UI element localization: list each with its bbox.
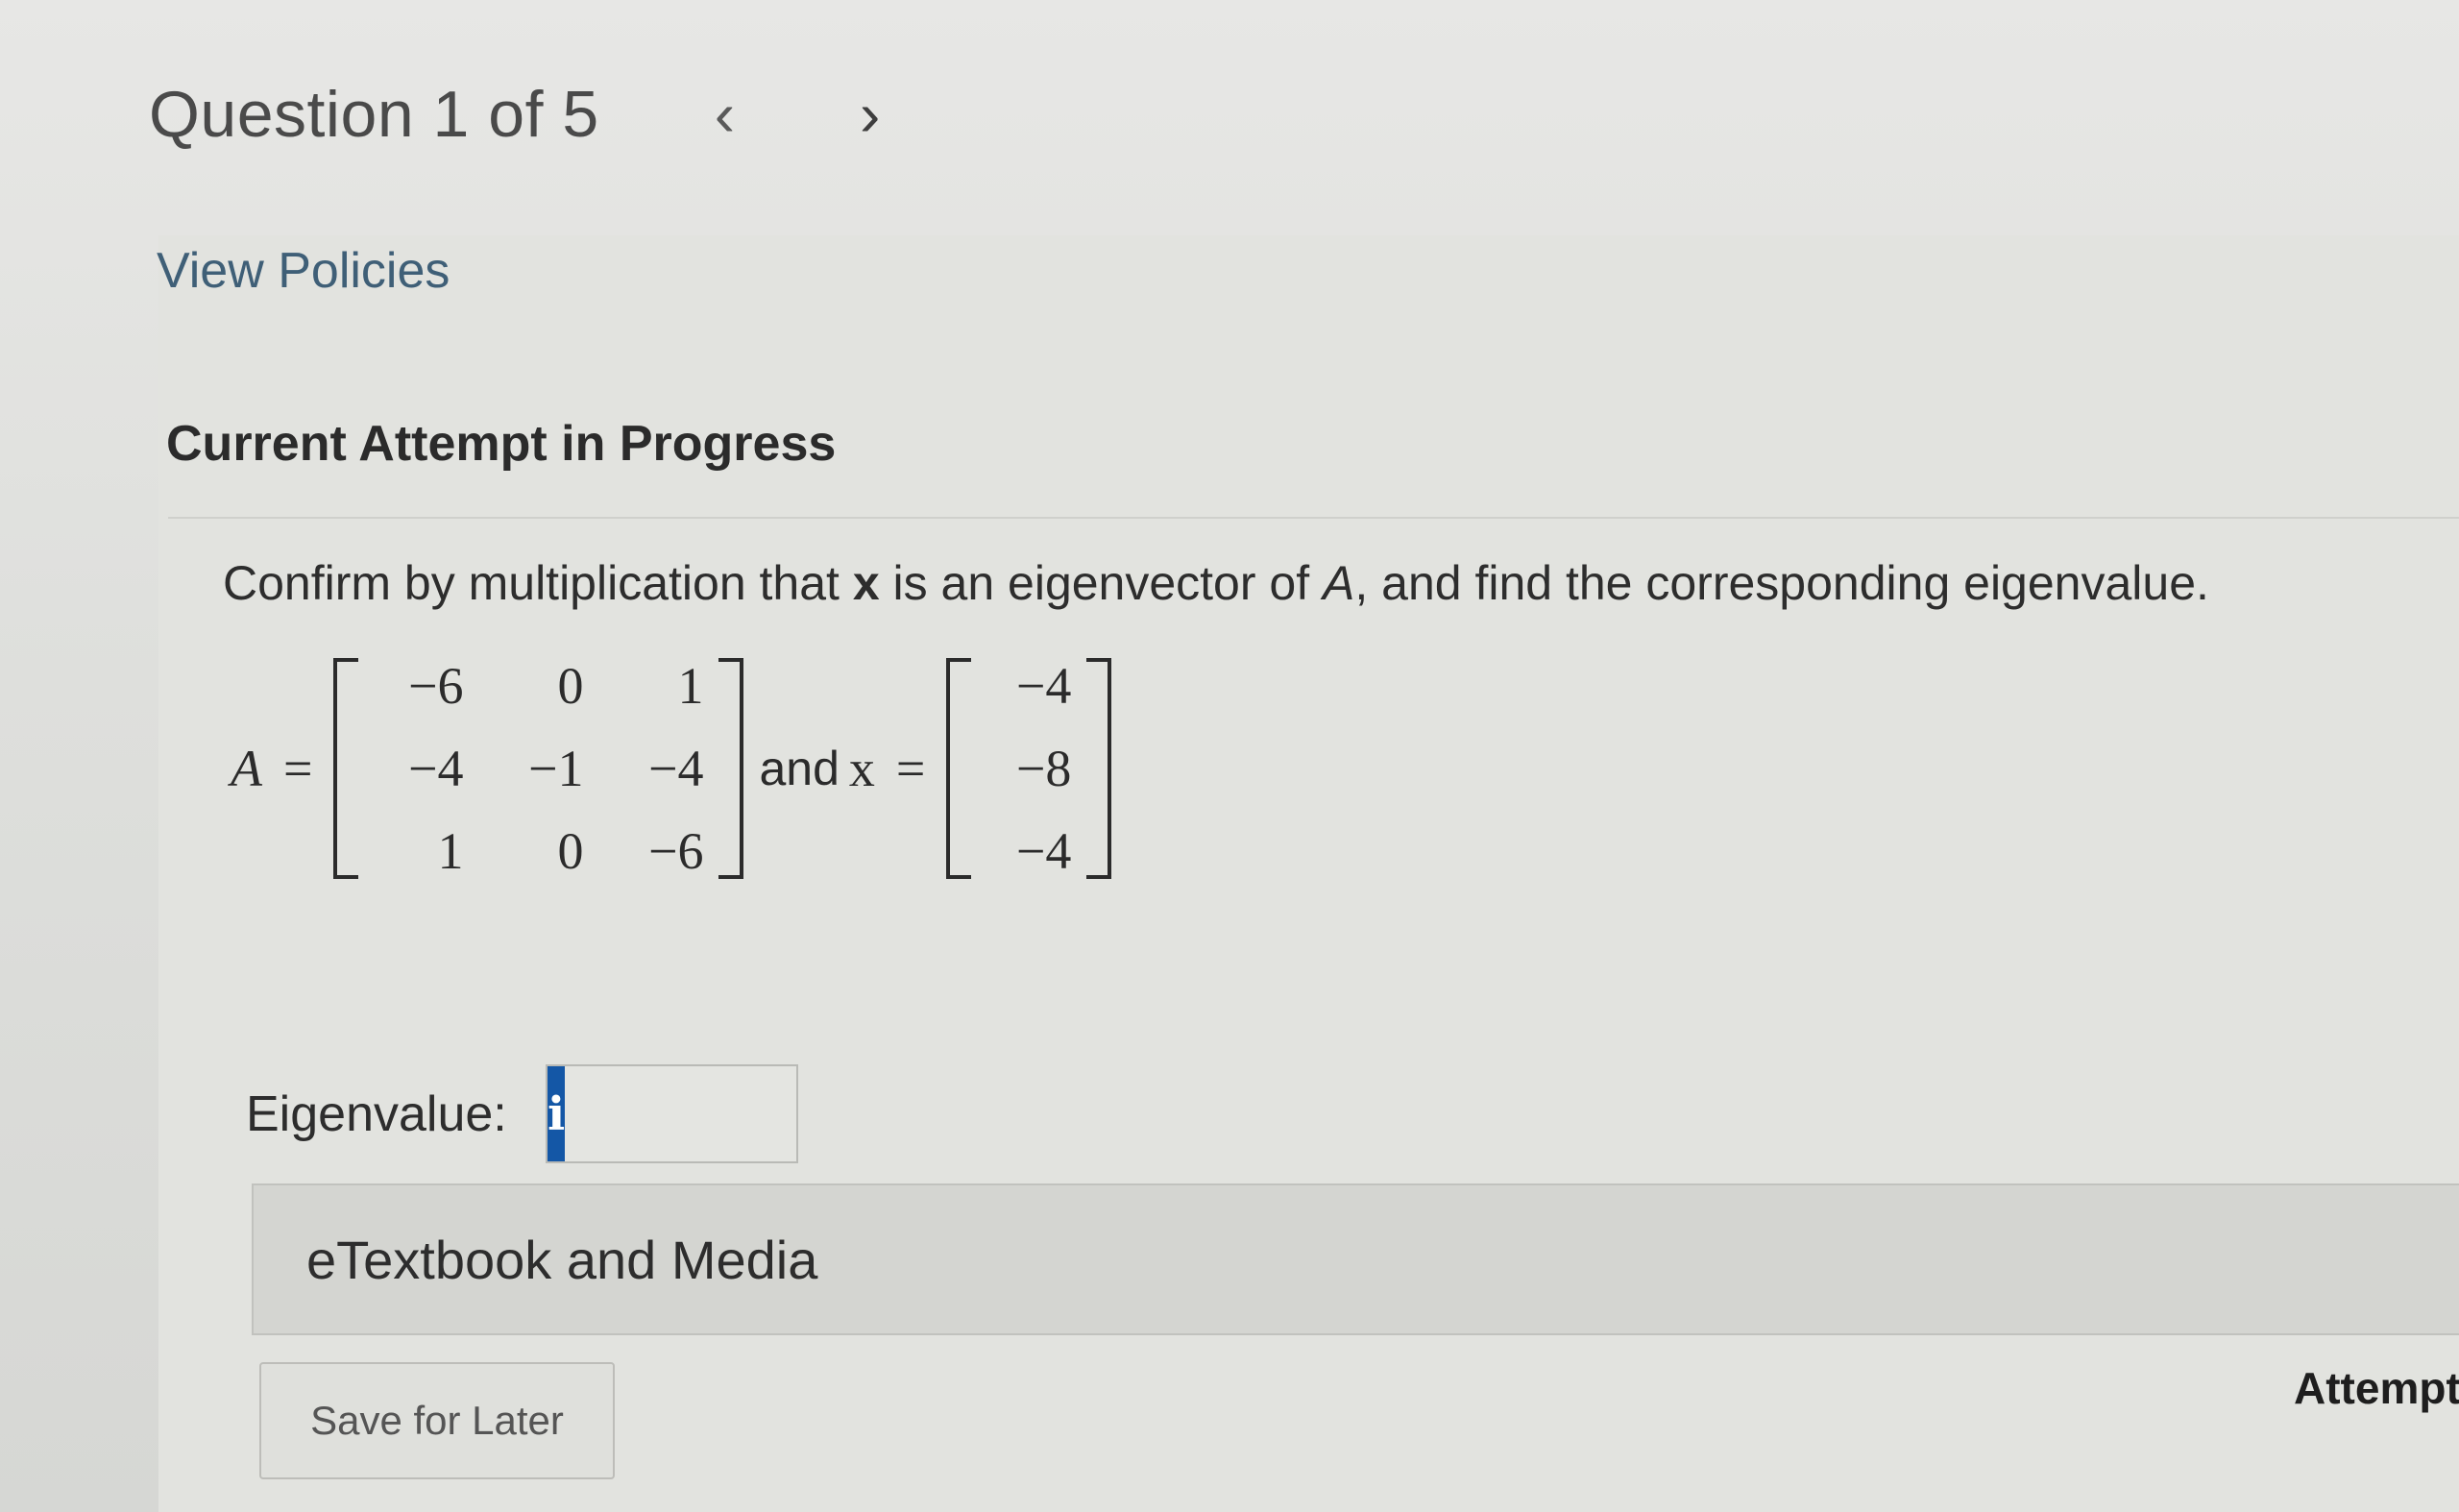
chevron-right-icon[interactable]: › [860,84,880,145]
question-x-symbol: x [852,556,880,610]
matrix-a-cell: −4 [408,740,464,797]
matrix-a-symbol: A [231,740,262,797]
eigenvalue-answer-box: i [546,1064,1132,1163]
question-header: Question 1 of 5 ‹ › [149,77,880,152]
vector-x-cell: −8 [1015,740,1072,797]
question-counter: Question 1 of 5 [149,78,599,151]
eigenvalue-label: Eigenvalue: [246,1086,507,1142]
attempt-status-heading: Current Attempt in Progress [166,416,837,472]
matrix-a-cell: −1 [528,740,584,797]
question-a-symbol: A [1323,556,1355,610]
eigenvalue-input[interactable] [565,1066,1132,1161]
section-divider [168,517,2459,519]
vector-x-cell: −4 [1015,657,1072,715]
question-text-middle: is an eigenvector of [879,556,1324,610]
etextbook-media-label: eTextbook and Media [306,1229,818,1290]
matrix-a-cell: −6 [408,657,464,715]
math-expression: A = −6 0 1 −4 −1 −4 1 0 −6 and x = −4 −8… [231,653,1112,884]
matrix-left-bracket [333,658,359,879]
question-text-suffix: , and find the corresponding eigenvalue. [1354,556,2209,610]
equals-sign: = [283,740,313,797]
matrix-right-bracket [718,658,744,879]
matrix-a: −6 0 1 −4 −1 −4 1 0 −6 [358,645,718,892]
etextbook-media-section[interactable]: eTextbook and Media [252,1183,2459,1335]
info-icon[interactable]: i [548,1066,566,1161]
question-text-prefix: Confirm by multiplication that [223,556,853,610]
vector-x-symbol: x [848,740,875,797]
vector-x-cell: −4 [1015,822,1072,880]
matrix-a-cell: 0 [557,822,584,880]
attempts-label: Attempts [2294,1363,2459,1413]
matrix-a-cell: 0 [557,657,584,715]
question-text: Confirm by multiplication that x is an e… [223,555,2209,611]
chevron-left-icon[interactable]: ‹ [715,84,735,145]
matrix-a-cell: −4 [648,740,704,797]
save-for-later-button[interactable]: Save for Later [259,1362,615,1479]
view-policies-link[interactable]: View Policies [157,242,450,300]
vector-right-bracket [1086,658,1112,879]
matrix-a-cell: 1 [437,822,464,880]
and-text: and [759,742,840,795]
matrix-a-cell: 1 [677,657,704,715]
vector-left-bracket [946,658,972,879]
equals-sign: = [895,740,926,797]
matrix-a-cell: −6 [648,822,704,880]
vector-x: −4 −8 −4 [971,645,1086,892]
